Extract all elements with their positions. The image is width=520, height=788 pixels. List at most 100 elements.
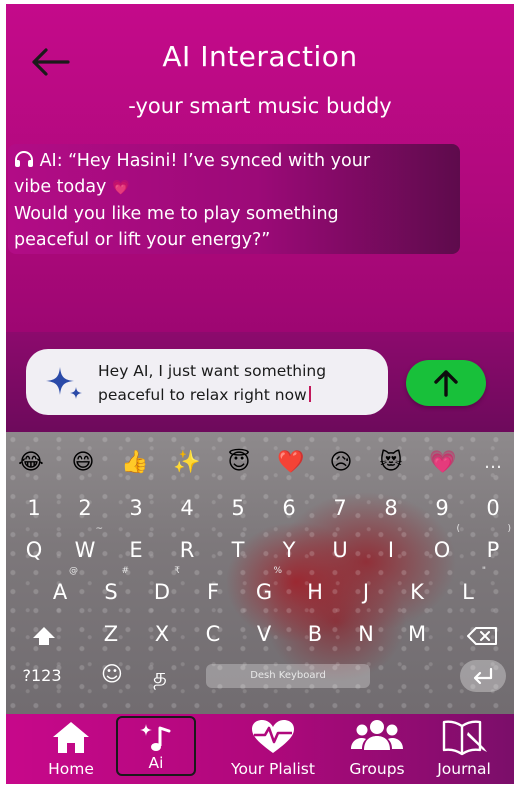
key-9[interactable]: 9 [422,490,462,526]
music-note-sparkle-icon [140,724,171,751]
key-hint: % [273,566,282,576]
text-caret [308,386,311,402]
key-label: R [179,538,195,562]
arrow-up-icon [434,370,458,397]
key-a[interactable]: @ A [40,566,80,610]
key-label: Y [282,538,296,562]
heart-pulse-icon [252,720,294,753]
heart-emoji-icon: 💗 [112,180,130,196]
key-hint: ₹ [174,566,180,576]
ai-message-text: vibe today [14,177,107,197]
key-8[interactable]: 8 [371,490,411,526]
key-d[interactable]: ₹ D [142,566,182,610]
nav-label: Home [48,760,94,778]
key-hint: " [481,566,486,576]
key-t[interactable]: T [218,532,258,568]
key-hint: ) [507,524,511,534]
key-l[interactable]: " L [448,566,488,610]
backspace-icon[interactable] [462,618,502,654]
nav-home[interactable]: Home [36,714,106,784]
enter-icon [473,667,493,685]
key-label: E [129,538,143,562]
key-y[interactable]: Y [269,532,309,568]
key-label: D [153,580,171,604]
nav-ai[interactable]: Ai [116,716,196,776]
nav-label: Your Plalist [231,760,315,778]
key-r[interactable]: R [167,532,207,568]
key-w[interactable]: ~ W [65,524,105,568]
key-v[interactable]: V [244,616,284,652]
message-input[interactable]: Hey AI, I just want something peaceful t… [26,349,388,415]
emoji-key[interactable]: 😥 [324,446,358,480]
key-c[interactable]: C [193,616,233,652]
key-q[interactable]: Q [14,532,54,568]
key-0[interactable]: 0 [473,490,513,526]
key-p[interactable]: ) P [473,524,513,568]
key-4[interactable]: 4 [167,490,207,526]
emoji-key[interactable]: 😻 [374,446,408,480]
enter-key[interactable] [460,660,506,692]
nav-groups[interactable]: Groups [340,714,414,784]
key-label: H [307,580,323,604]
sparkle-icon [46,367,82,399]
app-screen: AI Interaction -your smart music buddy A… [6,4,514,784]
emoji-key[interactable]: 😇 [222,446,256,480]
emoji-key[interactable]: ❤️ [274,446,308,480]
key-k[interactable]: K [397,574,437,610]
key-j[interactable]: J [346,574,386,610]
language-key[interactable]: த [140,658,180,694]
emoji-key[interactable]: 😄 [66,446,100,480]
key-hint: ( [456,524,460,534]
key-3[interactable]: 3 [116,490,156,526]
journal-icon [442,720,487,756]
key-s[interactable]: # S [91,566,131,610]
key-label: G [255,580,273,604]
ai-message-line: peaceful or lift your energy?” [14,230,271,250]
key-label: J [362,580,370,604]
key-i[interactable]: I [371,532,411,568]
key-o[interactable]: (O [422,524,462,568]
key-2[interactable]: 2 [65,490,105,526]
input-line-text: peaceful to relax right now [98,386,307,404]
key-label: P [486,538,500,562]
emoji-keyboard-icon[interactable]: ☺ [92,656,132,692]
send-button[interactable] [406,360,486,406]
space-bar[interactable]: Desh Keyboard [206,664,370,688]
key-z[interactable]: Z [91,616,131,652]
key-5[interactable]: 5 [218,490,258,526]
key-h[interactable]: H [295,574,335,610]
shift-key-icon[interactable] [24,618,64,654]
nav-label: Journal [437,760,491,778]
page-title: AI Interaction [162,40,358,73]
key-n[interactable]: N [346,616,386,652]
more-emoji-icon[interactable]: … [476,446,510,480]
message-input-text[interactable]: Hey AI, I just want something peaceful t… [98,359,384,407]
key-label: I [387,538,395,562]
key-label: U [332,538,348,562]
emoji-key[interactable]: 😂 [14,446,48,480]
key-7[interactable]: 7 [320,490,360,526]
home-icon [53,722,89,753]
key-e[interactable]: E [116,532,156,568]
key-6[interactable]: 6 [269,490,309,526]
key-hint: # [121,566,129,576]
nav-journal[interactable]: Journal [424,714,504,784]
emoji-key[interactable]: 👍 [118,446,152,480]
nav-playlist[interactable]: Your Plalist [216,714,330,784]
key-u[interactable]: U [320,532,360,568]
emoji-key[interactable]: ✨ [170,446,204,480]
ai-message-line: AI: “Hey Hasini! I’ve synced with your [14,148,454,174]
key-g[interactable]: % G [244,566,284,610]
ai-message-line: vibe today 💗 [14,174,454,201]
key-m[interactable]: M [397,616,437,652]
groups-icon [351,720,403,750]
key-label: F [206,580,220,604]
emoji-key[interactable]: 💗 [426,446,460,480]
ai-message-text: AI: “Hey Hasini! I’ve synced with your [39,151,371,171]
key-b[interactable]: B [295,616,335,652]
key-x[interactable]: X [142,616,182,652]
key-f[interactable]: F [193,574,233,610]
key-1[interactable]: 1 [14,490,54,526]
symbols-key[interactable]: ?123 [16,658,68,694]
key-hint: ~ [95,524,103,534]
